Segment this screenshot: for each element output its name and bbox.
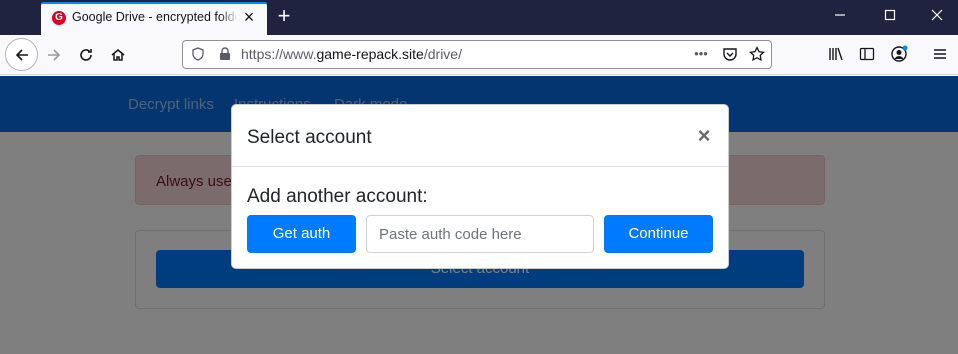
modal-close-icon[interactable]: ×	[694, 124, 714, 148]
url-host: game-repack.site	[316, 46, 424, 62]
new-tab-icon[interactable]: +	[273, 5, 295, 28]
account-icon[interactable]	[889, 44, 909, 64]
pocket-icon[interactable]	[720, 44, 740, 64]
tab-title-fade	[220, 6, 238, 30]
get-auth-button[interactable]: Get auth	[247, 215, 356, 253]
url-protocol: https://www.	[241, 46, 317, 62]
minimize-icon[interactable]	[829, 6, 851, 28]
url-text[interactable]: https://www.game-repack.site/drive/	[241, 46, 462, 62]
bookmark-star-icon[interactable]	[747, 44, 767, 64]
back-arrow-icon[interactable]	[8, 41, 36, 69]
auth-code-input[interactable]	[366, 215, 594, 253]
continue-button[interactable]: Continue	[604, 215, 713, 253]
sidebar-icon[interactable]	[857, 44, 877, 64]
home-icon[interactable]	[104, 41, 132, 69]
url-path: /drive/	[423, 46, 462, 62]
tab-close-icon[interactable]: ×	[240, 8, 258, 27]
forward-arrow-icon[interactable]	[40, 41, 68, 69]
close-window-icon[interactable]	[926, 6, 948, 28]
site-favicon-icon: G	[52, 11, 66, 25]
modal-header-divider	[232, 166, 728, 167]
tab-title: Google Drive - encrypted folder	[72, 10, 236, 24]
tab-active-indicator	[41, 2, 267, 4]
modal-title: Select account	[247, 127, 372, 148]
library-icon[interactable]	[826, 44, 846, 64]
add-account-heading: Add another account:	[247, 186, 428, 207]
page-actions-icon[interactable]: •••	[691, 44, 711, 64]
reload-icon[interactable]	[72, 41, 100, 69]
menu-icon[interactable]	[930, 44, 950, 64]
lock-icon[interactable]	[215, 44, 235, 64]
tracking-protection-shield-icon[interactable]	[188, 44, 208, 64]
maximize-icon[interactable]	[879, 6, 901, 28]
